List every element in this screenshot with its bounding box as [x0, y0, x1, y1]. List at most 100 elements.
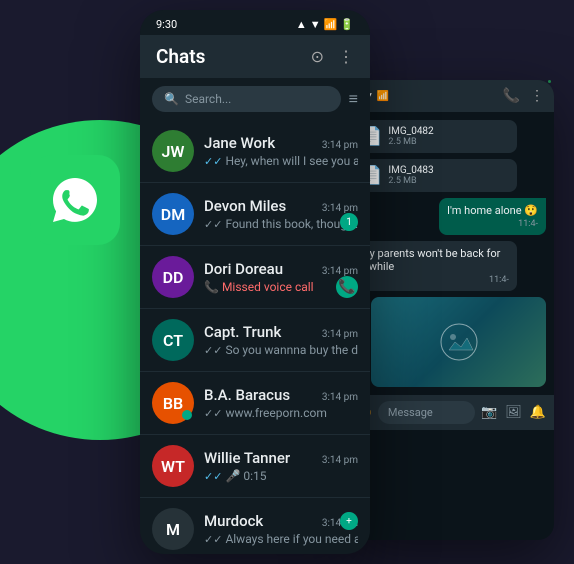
menu-icon[interactable]: ⋮ [338, 47, 354, 66]
missed-call-text: Missed voice call [222, 280, 314, 294]
chat-time: 3:14 pm [322, 392, 358, 403]
chat-info: Jane Work 3:14 pm ✓✓Hey, when will I see y… [204, 134, 358, 168]
file-message-1: 📄 IMG_0482 2.5 MB [352, 120, 517, 153]
tick-icon: ✓✓ [204, 533, 222, 546]
avatar: WT [152, 445, 194, 487]
chat-list: JWJane Work3:14 pm✓✓Hey, when will I see… [140, 120, 370, 554]
avatar: M [152, 508, 194, 550]
file-size-1: 2.5 MB [388, 137, 433, 147]
preview-text: So you wannna buy the drugs or nah? [225, 343, 358, 357]
tick-icon: ✓✓ [204, 218, 222, 231]
chat-header: Chats ⊙ ⋮ [140, 35, 370, 78]
chat-item[interactable]: JW Jane Work 3:14 pm ✓✓Hey, when will I see… [140, 120, 370, 183]
file-message-2: 📄 IMG_0483 2.5 MB [352, 159, 517, 192]
avatar: CT [152, 319, 194, 361]
chat-name: Jane Work [204, 134, 275, 152]
chat-item[interactable]: M Murdock3:14 pm✓✓Always here if you need… [140, 498, 370, 554]
preview-text: Always here if you need anything. [225, 532, 358, 546]
chat-name: Willie Tanner [204, 449, 290, 467]
chat-preview: ✓✓So you wannna buy the drugs or nah? [204, 343, 358, 357]
chat-time: 3:14 pm [322, 266, 358, 277]
incoming-text-1: My parents won't be back for a while [360, 247, 509, 273]
chat-name: Capt. Trunk [204, 323, 281, 341]
chat-info: Dori Doreau 3:14 pm 📞Missed voice call [204, 260, 358, 294]
status-icons: ▲ ▼ 📶 🔋 [296, 18, 354, 31]
missed-call-icon: 📞 [204, 280, 219, 294]
new-msg-badge: + [340, 512, 358, 530]
search-bar: 🔍 Search... ≡ [140, 78, 370, 120]
chat-preview: 📞Missed voice call [204, 280, 358, 294]
outgoing-time-1: 11:4- [447, 219, 538, 229]
secondary-phone: ▲▼ 📶 📞 ⋮ 📄 IMG_0482 2.5 MB 📄 IMG_0483 2.… [344, 80, 554, 540]
outgoing-message-1: I'm home alone 😲 11:4- [439, 198, 546, 235]
incoming-time-1: 11:4- [360, 275, 509, 285]
search-placeholder: Search... [185, 92, 231, 106]
chat-preview: ✓✓Found this book, thought you [204, 217, 358, 231]
file-name-1: IMG_0482 [388, 126, 433, 137]
tick-icon: ✓✓ [204, 155, 222, 168]
chat-name: Dori Doreau [204, 260, 283, 278]
tick-icon: ✓✓ [204, 470, 222, 483]
chat-item[interactable]: DM Devon Miles3:14 pm✓✓Found this book, t… [140, 183, 370, 246]
chat-view-icons[interactable]: 📞 ⋮ [503, 88, 544, 104]
chat-preview: ✓✓Hey, when will I see you again? [204, 154, 358, 168]
search-icon: 🔍 [164, 92, 179, 106]
chat-item[interactable]: CT Capt. Trunk 3:14 pm ✓✓So you wannna buy … [140, 309, 370, 372]
chat-name: Murdock [204, 512, 263, 530]
chat-item[interactable]: DDDori Doreau3:14 pm📞Missed voice call📞 [140, 246, 370, 309]
chat-name: B.A. Baracus [204, 386, 290, 404]
image-content [371, 297, 546, 387]
header-icons: ⊙ ⋮ [311, 47, 354, 66]
chat-time: 3:14 pm [322, 329, 358, 340]
preview-text: 🎤 0:15 [225, 469, 266, 483]
chat-preview: ✓✓🎤 0:15 [204, 469, 358, 483]
chat-info: Willie Tanner 3:14 pm ✓✓🎤 0:15 [204, 449, 358, 483]
search-wrapper[interactable]: 🔍 Search... [152, 86, 341, 112]
chat-input-field[interactable]: Message [378, 401, 475, 424]
call-icon[interactable]: 📞 [503, 88, 520, 104]
bell-icon[interactable]: 🔔 [530, 405, 546, 420]
avatar: JW [152, 130, 194, 172]
chats-title: Chats [156, 45, 205, 68]
chat-input-bar: 😊 Message 📷 🖼 🔔 [344, 395, 554, 430]
preview-text: www.freeporn.com [225, 406, 326, 420]
chat-time: 3:14 pm [322, 140, 358, 151]
chat-time: 3:14 pm [322, 455, 358, 466]
chat-info: Capt. Trunk 3:14 pm ✓✓So you wannna buy th… [204, 323, 358, 357]
chat-info: Devon Miles3:14 pm✓✓Found this book, tho… [204, 197, 358, 231]
chat-info: B.A. Baracus 3:14 pm ✓✓www.freeporn.com [204, 386, 358, 420]
file-size-2: 2.5 MB [388, 176, 433, 186]
avatar: DM [152, 193, 194, 235]
tick-icon: ✓✓ [204, 344, 222, 357]
chat-menu-icon[interactable]: ⋮ [530, 88, 544, 104]
incoming-message-1: My parents won't be back for a while 11:… [352, 241, 517, 291]
file-name-2: IMG_0483 [388, 165, 433, 176]
status-bar: 9:30 ▲ ▼ 📶 🔋 [140, 10, 370, 35]
chat-item[interactable]: BBB.A. Baracus3:14 pm✓✓www.freeporn.com [140, 372, 370, 435]
chat-item[interactable]: WT Willie Tanner 3:14 pm ✓✓🎤 0:15 [140, 435, 370, 498]
chat-messages: 📄 IMG_0482 2.5 MB 📄 IMG_0483 2.5 MB I'm … [344, 112, 554, 395]
main-phone: 9:30 ▲ ▼ 📶 🔋 Chats ⊙ ⋮ 🔍 Search... ≡ JWJ… [140, 10, 370, 554]
chat-info: Murdock3:14 pm✓✓Always here if you need … [204, 512, 358, 546]
input-placeholder: Message [388, 406, 433, 419]
call-button[interactable]: 📞 [336, 276, 358, 298]
online-indicator [182, 410, 192, 420]
outgoing-text-1: I'm home alone 😲 [447, 204, 538, 217]
chat-name: Devon Miles [204, 197, 286, 215]
camera-chat-icon[interactable]: 📷 [481, 405, 497, 420]
chat-action-icons: 📷 🖼 🔔 [481, 405, 546, 420]
preview-text: Found this book, thought you [225, 217, 358, 231]
camera-icon[interactable]: ⊙ [311, 47, 324, 66]
tick-icon: ✓✓ [204, 407, 222, 420]
gallery-icon[interactable]: 🖼 [505, 405, 522, 420]
image-message [371, 297, 546, 387]
whatsapp-logo [30, 155, 120, 245]
filter-icon[interactable]: ≡ [349, 89, 358, 109]
avatar: DD [152, 256, 194, 298]
clock: 9:30 [156, 18, 177, 31]
chat-preview: ✓✓Always here if you need anything. [204, 532, 358, 546]
preview-text: Hey, when will I see you again? [225, 154, 358, 168]
chat-preview: ✓✓www.freeporn.com [204, 406, 358, 420]
chat-view-header: ▲▼ 📶 📞 ⋮ [344, 80, 554, 112]
unread-badge: 1 [340, 213, 358, 231]
